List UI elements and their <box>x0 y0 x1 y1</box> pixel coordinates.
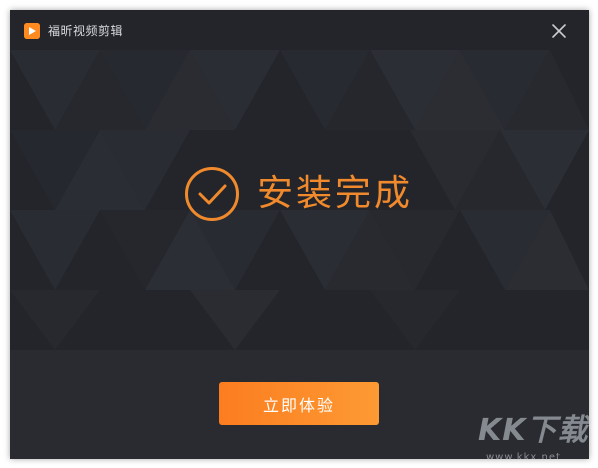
check-circle-icon <box>185 167 239 221</box>
play-logo-icon <box>24 23 40 39</box>
watermark-url: www.kkx.net <box>486 452 561 463</box>
title-bar: 福昕视频剪辑 <box>10 10 589 50</box>
experience-now-button[interactable]: 立即体验 <box>219 382 379 425</box>
installer-window: 福昕视频剪辑 安装完成 立即体验 <box>10 10 589 459</box>
watermark-brand: KK下载 <box>478 413 589 448</box>
install-status: 安装完成 <box>184 166 413 222</box>
window-title: 福昕视频剪辑 <box>48 24 124 38</box>
site-watermark: KK下载 www.kkx.net <box>478 414 596 468</box>
status-text: 安装完成 <box>257 173 414 214</box>
close-icon[interactable] <box>550 22 568 40</box>
